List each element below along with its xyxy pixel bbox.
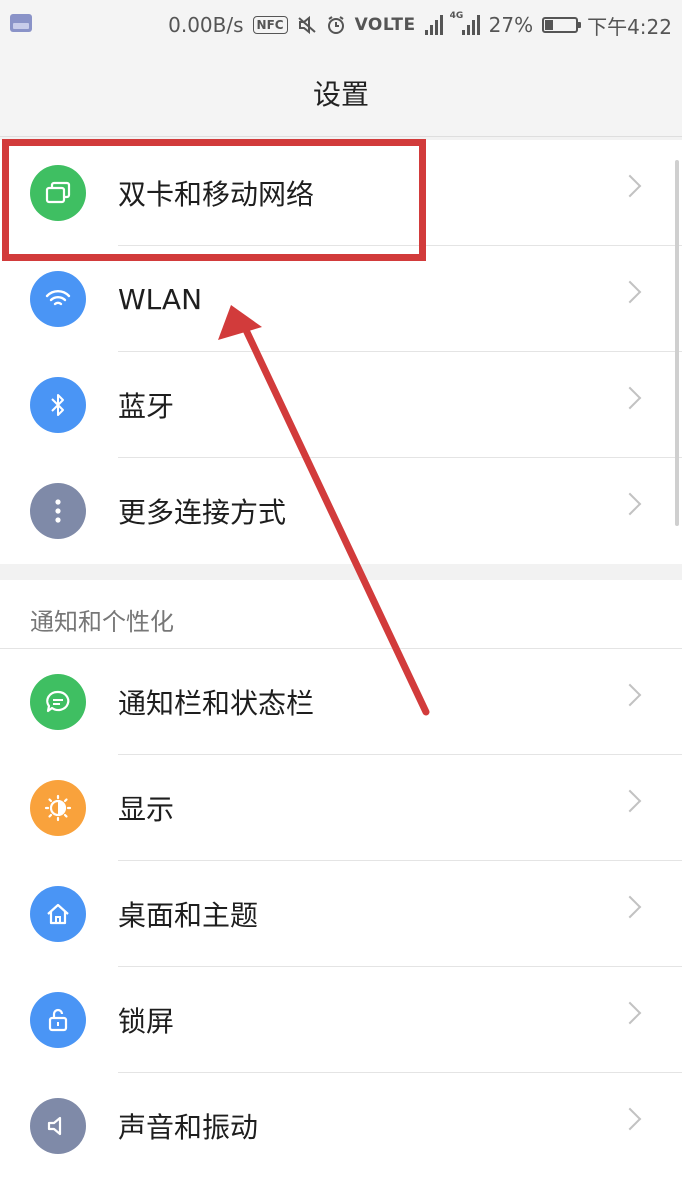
arrow-annotation <box>218 305 430 716</box>
